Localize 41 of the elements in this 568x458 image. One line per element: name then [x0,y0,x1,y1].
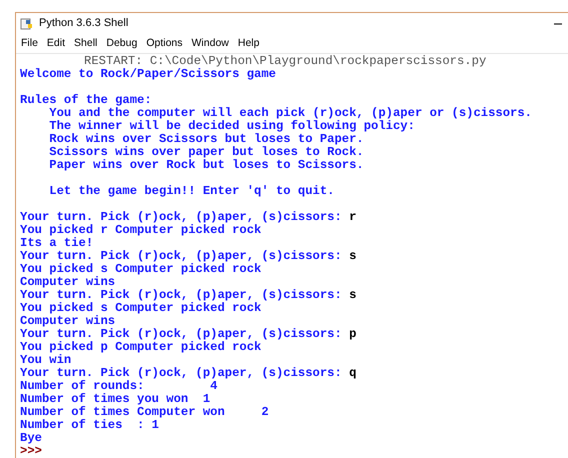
output-line: You and the computer will each pick (r)ock, (p)aper or (s)cissors. [48,107,533,120]
typed-answer-text: q [349,367,356,380]
prompt-text: Your turn. Pick (r)ock, (p)aper, (s)cissors: [20,328,343,341]
output-line: Scissors wins over paper but loses to Rock. [48,146,365,159]
window-title: Python 3.6.3 Shell [39,16,128,32]
restart-line: RESTART: C:\Code\Python\Playground\rockpaperscissors.py [83,55,488,68]
output-line: You picked s Computer picked rock [20,302,262,315]
output-line: Paper wins over Rock but loses to Scissors. [48,159,365,172]
output-line: You win [20,354,72,367]
typed-answer-text: r [349,211,356,224]
prompt-text: Your turn. Pick (r)ock, (p)aper, (s)cissors: [20,250,343,263]
output-line: Rules of the game: [20,94,153,107]
output-line: Rock wins over Scissors but loses to Paper. [48,133,365,146]
typed-answer-text: p [349,328,356,341]
output-line: Let the game begin!! Enter 'q' to quit. [48,185,336,198]
output-line: You picked p Computer picked rock [20,341,262,354]
prompt-text: Your turn. Pick (r)ock, (p)aper, (s)cissors: [20,211,343,224]
output-line: Number of times Computer won 2 [20,406,270,419]
output-line: Its a tie! [20,237,94,250]
typed-answer-text: s [349,250,356,263]
output-line: Computer wins [20,276,116,289]
output-line: Number of rounds: 4 [20,380,218,393]
output-line: You picked s Computer picked rock [20,263,262,276]
menu-item[interactable]: Help [238,36,260,52]
typed-answer-text: s [349,289,356,302]
menu-item[interactable]: Debug [106,36,138,52]
prompt-text: Your turn. Pick (r)ock, (p)aper, (s)cissors: [20,289,343,302]
menu-item[interactable]: Options [146,36,183,52]
output-line: Welcome to Rock/Paper/Scissors game [20,68,277,81]
prompt-text: Your turn. Pick (r)ock, (p)aper, (s)cissors: [20,367,343,380]
output-line: Number of ties : 1 [20,419,160,432]
menu-item[interactable]: Edit [46,36,66,52]
output-line: You picked r Computer picked rock [20,224,262,237]
output-line: Number of times you won 1 [20,393,212,406]
menu-item[interactable]: Shell [74,36,98,52]
menu-item[interactable]: File [21,36,38,52]
output-line: Computer wins [20,315,116,328]
output-line: Bye [20,432,43,445]
menu-item[interactable]: Window [192,36,229,52]
shell-prompt: >>> [20,444,42,458]
output-line: The winner will be decided using following policy: [48,120,416,133]
